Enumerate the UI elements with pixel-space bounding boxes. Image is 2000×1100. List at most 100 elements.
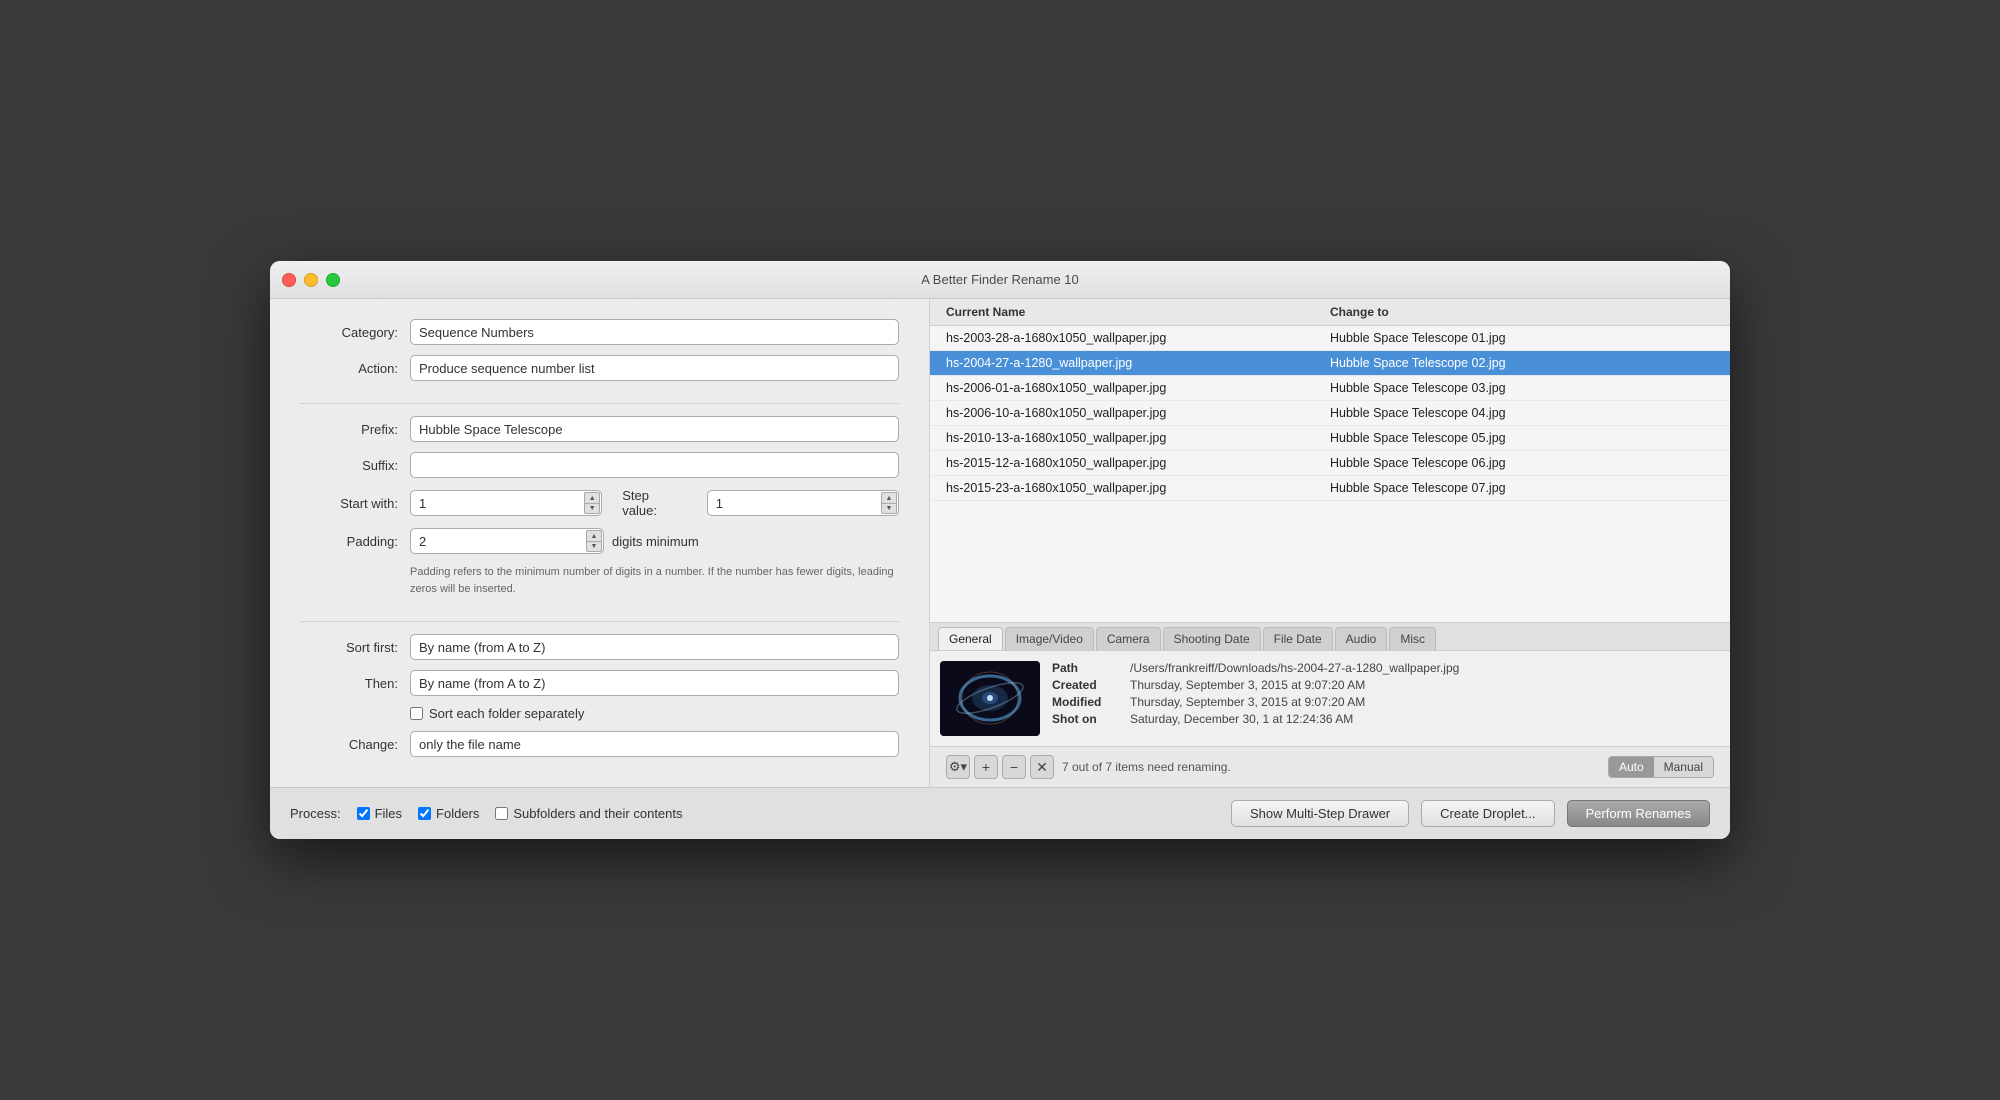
show-multi-step-button[interactable]: Show Multi-Step Drawer [1231,800,1409,827]
folders-label: Folders [436,806,479,821]
table-header: Current Name Change to [930,299,1730,326]
table-row[interactable]: hs-2015-12-a-1680x1050_wallpaper.jpgHubb… [930,451,1730,476]
manual-button[interactable]: Manual [1654,757,1713,777]
main-content: Category: Sequence Numbers Text Date/Tim… [270,299,1730,787]
titlebar: A Better Finder Rename 10 [270,261,1730,299]
preview-tabs: GeneralImage/VideoCameraShooting DateFil… [930,623,1730,651]
right-panel: Current Name Change to hs-2003-28-a-1680… [930,299,1730,787]
path-row: Path /Users/frankreiff/Downloads/hs-2004… [1052,661,1720,675]
sort-folder-checkbox[interactable] [410,707,423,720]
preview-details: Path /Users/frankreiff/Downloads/hs-2004… [1052,661,1720,736]
remove-button[interactable]: − [1002,755,1026,779]
current-name-cell: hs-2004-27-a-1280_wallpaper.jpg [946,356,1330,370]
shot-key: Shot on [1052,712,1122,726]
preview-tab-misc[interactable]: Misc [1389,627,1436,650]
main-window: A Better Finder Rename 10 Category: Sequ… [270,261,1730,839]
traffic-lights [282,273,340,287]
shot-row: Shot on Saturday, December 30, 1 at 12:2… [1052,712,1720,726]
category-wrapper: Sequence Numbers Text Date/Time [410,319,899,345]
change-wrapper: only the file name file name and extensi… [410,731,899,757]
preview-tab-audio[interactable]: Audio [1335,627,1388,650]
suffix-wrapper [410,452,899,478]
start-with-down[interactable]: ▼ [584,503,600,514]
suffix-label: Suffix: [300,458,410,473]
create-droplet-button[interactable]: Create Droplet... [1421,800,1554,827]
preview-tab-image-video[interactable]: Image/Video [1005,627,1094,650]
add-button[interactable]: + [974,755,998,779]
gear-button[interactable]: ⚙▾ [946,755,970,779]
table-row[interactable]: hs-2003-28-a-1680x1050_wallpaper.jpgHubb… [930,326,1730,351]
perform-renames-button[interactable]: Perform Renames [1567,800,1710,827]
change-to-cell: Hubble Space Telescope 06.jpg [1330,456,1714,470]
action-label: Action: [300,361,410,376]
prefix-label: Prefix: [300,422,410,437]
auto-button[interactable]: Auto [1609,757,1654,777]
step-down[interactable]: ▼ [881,503,897,514]
window-footer: Process: Files Folders Subfolders and th… [270,787,1730,839]
files-checkbox[interactable] [357,807,370,820]
table-row[interactable]: hs-2010-13-a-1680x1050_wallpaper.jpgHubb… [930,426,1730,451]
category-select[interactable]: Sequence Numbers Text Date/Time [410,319,899,345]
suffix-input[interactable] [410,452,899,478]
start-with-input[interactable] [410,490,602,516]
sort-first-select[interactable]: By name (from A to Z) By name (from Z to… [410,634,899,660]
change-select[interactable]: only the file name file name and extensi… [410,731,899,757]
then-select[interactable]: By name (from A to Z) By name (from Z to… [410,670,899,696]
clear-button[interactable]: ✕ [1030,755,1054,779]
digits-minimum-label: digits minimum [612,534,699,549]
action-select[interactable]: Produce sequence number list Add sequenc… [410,355,899,381]
preview-tab-camera[interactable]: Camera [1096,627,1161,650]
preview-section: GeneralImage/VideoCameraShooting DateFil… [930,622,1730,746]
modified-key: Modified [1052,695,1122,709]
change-to-cell: Hubble Space Telescope 01.jpg [1330,331,1714,345]
start-with-label: Start with: [300,496,410,511]
prefix-input[interactable] [410,416,899,442]
sort-first-wrapper: By name (from A to Z) By name (from Z to… [410,634,899,660]
table-row[interactable]: hs-2004-27-a-1280_wallpaper.jpgHubble Sp… [930,351,1730,376]
start-with-wrapper: ▲ ▼ [410,490,602,516]
table-row[interactable]: hs-2015-23-a-1680x1050_wallpaper.jpgHubb… [930,476,1730,501]
table-row[interactable]: hs-2006-01-a-1680x1050_wallpaper.jpgHubb… [930,376,1730,401]
padding-down[interactable]: ▼ [586,541,602,552]
preview-tab-file-date[interactable]: File Date [1263,627,1333,650]
padding-up[interactable]: ▲ [586,530,602,541]
status-text: 7 out of 7 items need renaming. [1062,760,1600,774]
preview-tab-shooting-date[interactable]: Shooting Date [1163,627,1261,650]
change-to-cell: Hubble Space Telescope 07.jpg [1330,481,1714,495]
col-current-name: Current Name [946,305,1330,319]
step-value-input[interactable] [707,490,899,516]
preview-content: Path /Users/frankreiff/Downloads/hs-2004… [930,651,1730,746]
subfolders-checkbox[interactable] [495,807,508,820]
sort-first-label: Sort first: [300,640,410,655]
padding-hint: Padding refers to the minimum number of … [410,564,899,597]
close-button[interactable] [282,273,296,287]
start-with-stepper: ▲ ▼ [584,492,600,514]
path-key: Path [1052,661,1122,675]
folders-checkbox[interactable] [418,807,431,820]
subfolders-label: Subfolders and their contents [513,806,682,821]
preview-image [940,661,1040,736]
start-with-up[interactable]: ▲ [584,492,600,503]
table-row[interactable]: hs-2006-10-a-1680x1050_wallpaper.jpgHubb… [930,401,1730,426]
change-row: Change: only the file name file name and… [300,731,899,757]
step-value-stepper: ▲ ▼ [881,492,897,514]
current-name-cell: hs-2015-12-a-1680x1050_wallpaper.jpg [946,456,1330,470]
category-row: Category: Sequence Numbers Text Date/Tim… [300,319,899,345]
created-value: Thursday, September 3, 2015 at 9:07:20 A… [1130,678,1365,692]
change-to-cell: Hubble Space Telescope 03.jpg [1330,381,1714,395]
padding-row: Padding: ▲ ▼ digits minimum [300,528,899,554]
created-key: Created [1052,678,1122,692]
start-step-row: Start with: ▲ ▼ Step value: ▲ [300,488,899,518]
minimize-button[interactable] [304,273,318,287]
action-row: Action: Produce sequence number list Add… [300,355,899,381]
current-name-cell: hs-2006-01-a-1680x1050_wallpaper.jpg [946,381,1330,395]
folders-checkbox-item: Folders [418,806,479,821]
maximize-button[interactable] [326,273,340,287]
file-table: hs-2003-28-a-1680x1050_wallpaper.jpgHubb… [930,326,1730,622]
preview-tab-general[interactable]: General [938,627,1003,650]
path-value: /Users/frankreiff/Downloads/hs-2004-27-a… [1130,661,1459,675]
padding-input[interactable] [410,528,604,554]
step-up[interactable]: ▲ [881,492,897,503]
action-wrapper: Produce sequence number list Add sequenc… [410,355,899,381]
then-wrapper: By name (from A to Z) By name (from Z to… [410,670,899,696]
